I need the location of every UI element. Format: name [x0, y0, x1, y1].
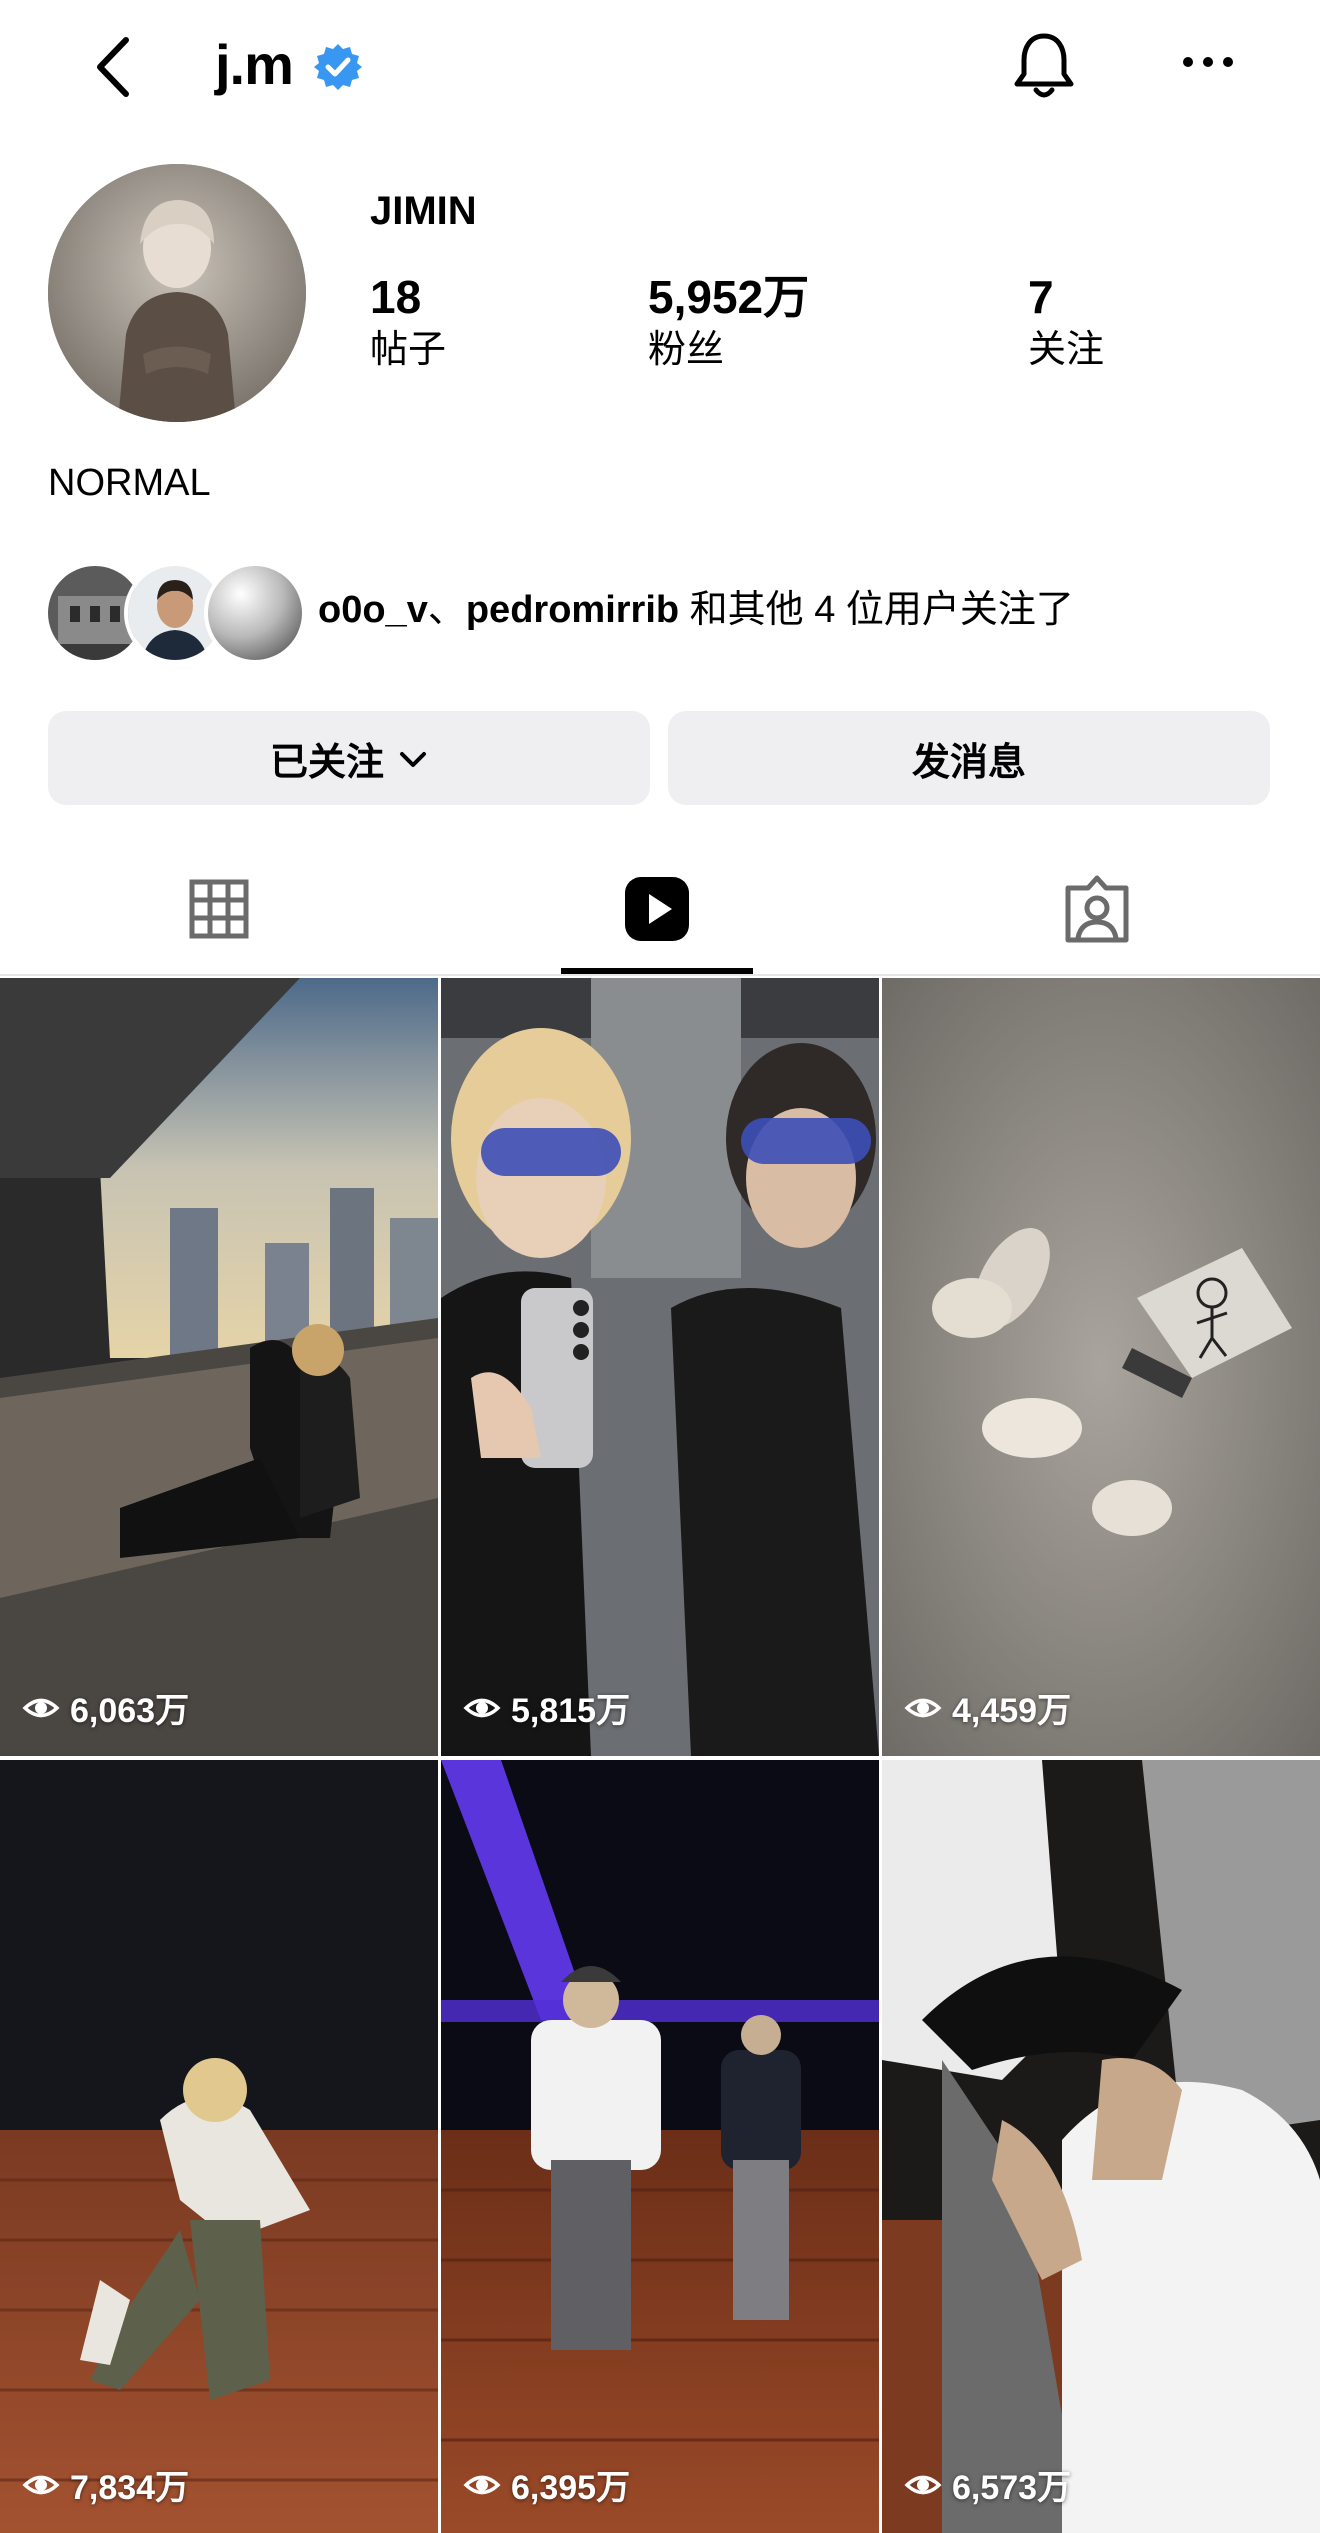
eye-icon [904, 2475, 942, 2494]
posts-count[interactable]: 18 [370, 270, 421, 324]
view-count: 4,459万 [904, 1683, 1071, 1732]
separator: 、 [427, 589, 466, 631]
reel-tile[interactable]: 6,063万 [0, 978, 438, 1756]
view-count-text: 6,063万 [70, 1692, 190, 1730]
posts-label[interactable]: 帖子 [370, 326, 446, 374]
followed-suffix: 和其他 4 位用户关注了 [679, 589, 1074, 631]
back-icon[interactable] [90, 34, 140, 100]
mutual-avatar-3[interactable] [204, 562, 306, 664]
view-count: 5,815万 [463, 1683, 630, 1732]
followers-label[interactable]: 粉丝 [648, 326, 724, 374]
profile-handle: j.m [215, 33, 294, 96]
grid-tab-icon[interactable] [184, 874, 254, 944]
view-count: 6,063万 [22, 1683, 189, 1732]
view-count-text: 7,834万 [70, 2469, 190, 2507]
followed-by-text[interactable]: o0o_v、pedromirrib 和其他 4 位用户关注了 [318, 584, 1074, 636]
profile-avatar[interactable] [48, 164, 306, 422]
message-button-label: 发消息 [911, 741, 1026, 784]
following-button-label: 已关注 [269, 741, 384, 784]
following-label[interactable]: 关注 [1028, 326, 1104, 374]
view-count: 6,395万 [463, 2460, 630, 2509]
profile-bio: NORMAL [48, 462, 211, 504]
reel-tile[interactable]: 4,459万 [882, 978, 1320, 1756]
verified-badge-icon [313, 42, 363, 92]
view-count: 6,573万 [904, 2460, 1071, 2509]
tab-divider [0, 974, 1320, 976]
profile-name: JIMIN [370, 189, 477, 233]
following-count[interactable]: 7 [1028, 270, 1054, 324]
view-count-text: 5,815万 [511, 1692, 631, 1730]
more-options-icon[interactable] [1182, 54, 1234, 70]
reel-tile[interactable]: 6,395万 [441, 1760, 879, 2533]
reel-tile[interactable]: 7,834万 [0, 1760, 438, 2533]
eye-icon [463, 2475, 501, 2494]
tagged-tab-icon[interactable] [1062, 874, 1132, 944]
message-button[interactable]: 发消息 [668, 711, 1270, 805]
view-count: 7,834万 [22, 2460, 189, 2509]
eye-icon [904, 1698, 942, 1717]
following-button[interactable]: 已关注 [48, 711, 650, 805]
mutual-user-1[interactable]: o0o_v [318, 589, 428, 631]
reel-tile[interactable]: 6,573万 [882, 1760, 1320, 2533]
view-count-text: 6,395万 [511, 2469, 631, 2507]
eye-icon [22, 2475, 60, 2494]
eye-icon [22, 1698, 60, 1717]
notification-bell-icon[interactable] [1010, 28, 1078, 102]
mutual-user-2[interactable]: pedromirrib [466, 589, 679, 631]
chevron-down-icon [398, 737, 428, 780]
reels-tab-icon[interactable] [622, 874, 692, 944]
reel-tile[interactable]: 5,815万 [441, 978, 879, 1756]
active-tab-indicator [561, 968, 753, 974]
followers-count[interactable]: 5,952万 [648, 270, 809, 324]
eye-icon [463, 1698, 501, 1717]
view-count-text: 6,573万 [952, 2469, 1072, 2507]
view-count-text: 4,459万 [952, 1692, 1072, 1730]
